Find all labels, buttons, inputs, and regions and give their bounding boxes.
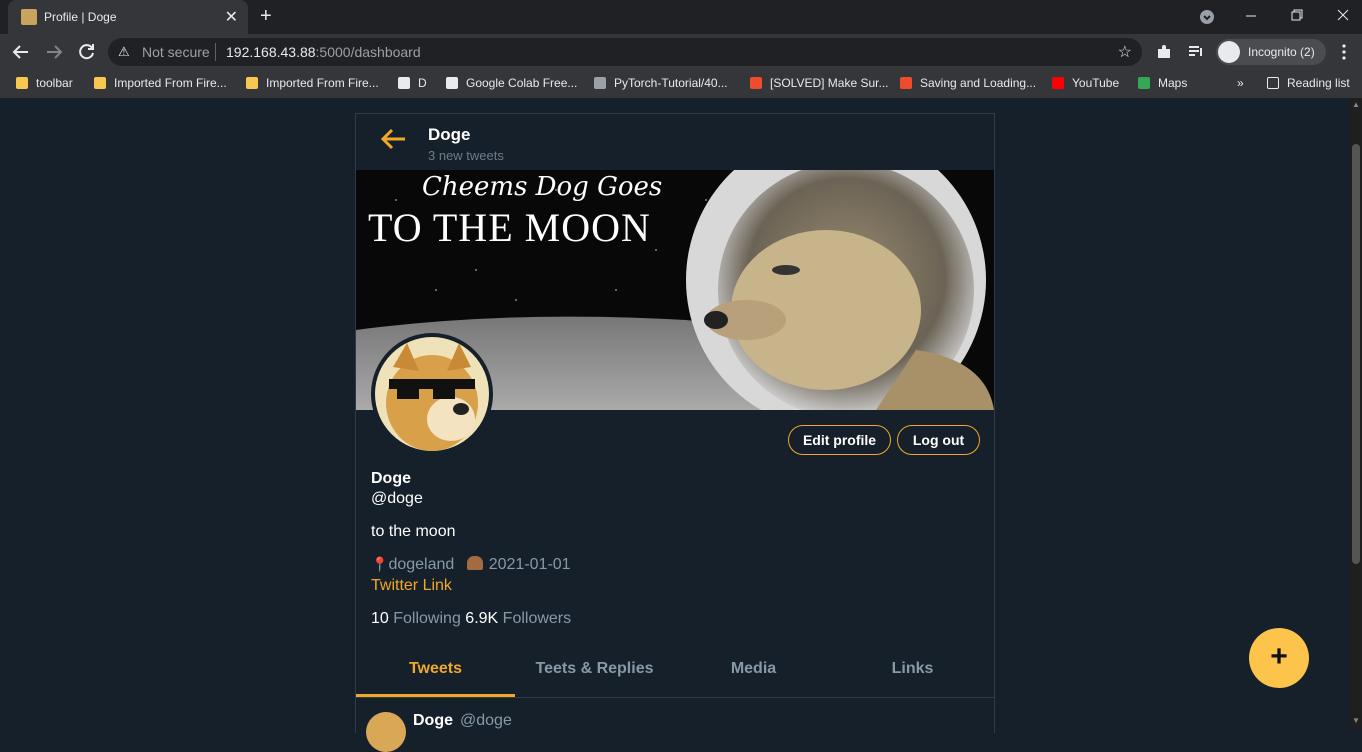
- profile-column: Doge 3 new tweets Cheems Dog Goes TO THE…: [355, 113, 995, 752]
- bookmark-item[interactable]: toolbar: [16, 76, 73, 90]
- back-arrow-icon[interactable]: [378, 124, 408, 154]
- bookmark-item[interactable]: PyTorch-Tutorial/40...: [594, 76, 728, 90]
- address-bar[interactable]: ⚠ Not secure 192.168.43.88:5000/dashboar…: [108, 38, 1142, 66]
- bookmarks-bar: » Reading list toolbar Imported From Fire…: [0, 70, 1362, 98]
- bookmark-item[interactable]: [SOLVED] Make Sur...: [750, 76, 889, 90]
- bookmark-favicon-icon: [750, 77, 762, 89]
- media-control-icon[interactable]: [1188, 44, 1204, 60]
- not-secure-label: Not secure: [142, 44, 210, 60]
- banner-title-line2: TO THE MOON: [368, 205, 651, 250]
- tweet-item[interactable]: Doge @doge: [356, 697, 994, 752]
- scroll-down-icon[interactable]: ▼: [1352, 716, 1360, 725]
- tab-tweets[interactable]: Tweets: [356, 643, 515, 697]
- bookmark-favicon-icon: [398, 77, 410, 89]
- url-text: 192.168.43.88:5000/dashboard: [226, 44, 421, 60]
- back-icon[interactable]: [12, 43, 30, 61]
- incognito-icon: [1218, 41, 1240, 63]
- omnibox-divider: [215, 43, 216, 61]
- bookmark-item[interactable]: Maps: [1138, 76, 1187, 90]
- profile-meta: 📍dogeland 2021-01-01: [371, 556, 571, 574]
- browser-tab-strip: Profile | Doge ✕ +: [0, 0, 1362, 34]
- doge-favicon-icon: [21, 9, 37, 25]
- tab-links[interactable]: Links: [833, 643, 992, 697]
- close-window-icon[interactable]: [1337, 9, 1349, 21]
- log-out-button[interactable]: Log out: [897, 425, 980, 455]
- bookmark-star-icon[interactable]: ☆: [1118, 42, 1132, 62]
- page-content: Doge 3 new tweets Cheems Dog Goes TO THE…: [0, 98, 1350, 752]
- new-tab-button[interactable]: +: [260, 5, 272, 28]
- profile-handle: @doge: [371, 490, 423, 507]
- tweet-author-name: Doge: [413, 712, 453, 729]
- reading-list-icon: [1267, 77, 1279, 89]
- bookmark-item[interactable]: Imported From Fire...: [94, 76, 227, 90]
- tweet-avatar[interactable]: [366, 712, 406, 752]
- bookmark-item[interactable]: Google Colab Free...: [446, 76, 577, 90]
- bookmark-item[interactable]: Saving and Loading...: [900, 76, 1036, 90]
- twitter-link[interactable]: Twitter Link: [371, 577, 452, 595]
- reading-list-button[interactable]: Reading list: [1267, 76, 1350, 90]
- tab-tweets-replies[interactable]: Teets & Replies: [515, 643, 674, 697]
- profile-bio: to the moon: [371, 523, 456, 540]
- tweet-author-handle: @doge: [460, 712, 512, 729]
- tab-title: Profile | Doge: [44, 10, 117, 24]
- header-name: Doge: [428, 125, 471, 144]
- chrome-menu-icon[interactable]: [1340, 44, 1348, 60]
- following-stat[interactable]: 10 Following: [371, 610, 461, 627]
- tab-media[interactable]: Media: [674, 643, 833, 697]
- bookmark-favicon-icon: [1138, 77, 1150, 89]
- bookmark-favicon-icon: [16, 77, 28, 89]
- bookmark-favicon-icon: [594, 77, 606, 89]
- followers-stat[interactable]: 6.9K Followers: [465, 610, 571, 627]
- bookmark-favicon-icon: [1052, 77, 1064, 89]
- tab-search-icon[interactable]: [1199, 9, 1215, 25]
- bookmark-favicon-icon: [900, 77, 912, 89]
- profile-name: Doge: [371, 470, 411, 487]
- doge-avatar-image: [375, 337, 489, 451]
- birthday-cake-icon: [466, 556, 483, 570]
- bookmark-item[interactable]: YouTube: [1052, 76, 1119, 90]
- reload-icon[interactable]: [78, 43, 96, 61]
- profile-header: Doge 3 new tweets: [356, 113, 994, 170]
- minimize-icon[interactable]: [1245, 10, 1257, 22]
- page-scrollbar[interactable]: ▲ ▼: [1350, 98, 1362, 729]
- header-tweet-count: 3 new tweets: [428, 148, 504, 163]
- forward-icon[interactable]: [45, 43, 63, 61]
- scrollbar-thumb[interactable]: [1352, 144, 1360, 564]
- bookmark-favicon-icon: [246, 77, 258, 89]
- profile-location: dogeland: [388, 556, 455, 573]
- scroll-up-icon[interactable]: ▲: [1352, 100, 1360, 109]
- bookmark-favicon-icon: [446, 77, 458, 89]
- banner-title-line1: Cheems Dog Goes: [422, 172, 663, 202]
- bookmark-favicon-icon: [94, 77, 106, 89]
- profile-joined-date: 2021-01-01: [488, 556, 571, 573]
- bookmark-item[interactable]: D: [398, 76, 427, 90]
- browser-toolbar: ⚠ Not secure 192.168.43.88:5000/dashboar…: [0, 34, 1362, 70]
- profile-avatar[interactable]: [371, 333, 493, 455]
- restore-icon[interactable]: [1291, 9, 1303, 21]
- compose-tweet-button[interactable]: +: [1249, 628, 1309, 688]
- close-tab-icon[interactable]: ✕: [225, 7, 238, 27]
- warning-icon: ⚠: [118, 44, 130, 59]
- incognito-profile-button[interactable]: Incognito (2): [1216, 39, 1326, 65]
- profile-tabs: Tweets Teets & Replies Media Links: [356, 643, 994, 697]
- edit-profile-button[interactable]: Edit profile: [788, 425, 891, 455]
- more-bookmarks-button[interactable]: »: [1237, 76, 1244, 90]
- extensions-icon[interactable]: [1156, 44, 1172, 60]
- bookmark-item[interactable]: Imported From Fire...: [246, 76, 379, 90]
- follow-stats: 10 Following 6.9K Followers: [371, 610, 571, 628]
- location-pin-icon: 📍: [371, 556, 389, 572]
- browser-tab[interactable]: Profile | Doge ✕: [8, 0, 248, 34]
